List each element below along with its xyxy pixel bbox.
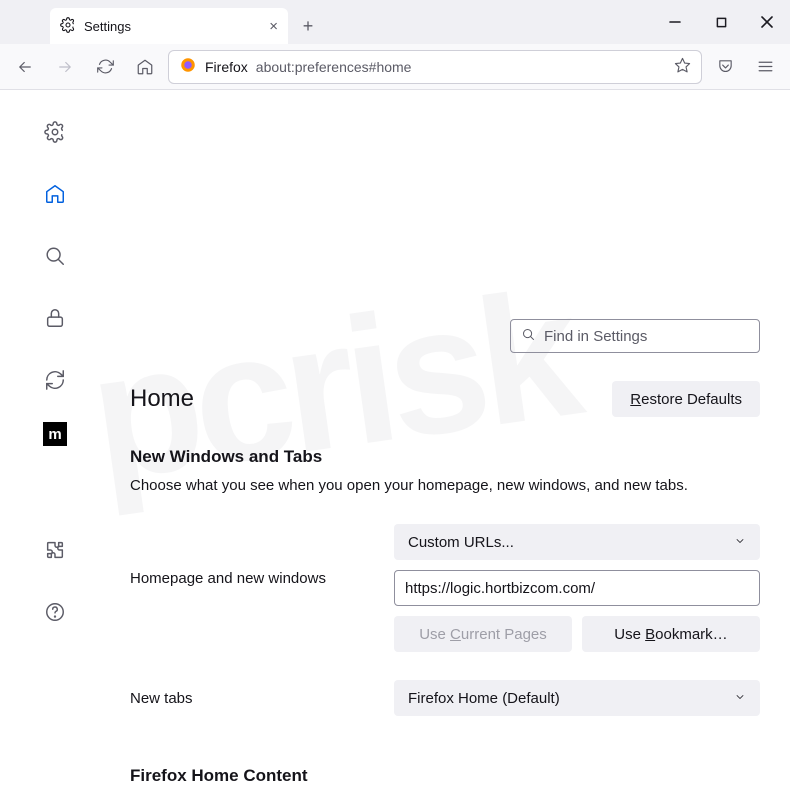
firefox-icon — [179, 56, 197, 77]
section-new-windows-title: New Windows and Tabs — [130, 447, 760, 467]
page-title: Home — [130, 385, 194, 413]
use-bookmark-button[interactable]: Use Bookmark… — [582, 616, 760, 652]
settings-sidebar: m — [0, 90, 110, 632]
chevron-down-icon — [734, 690, 746, 707]
section-new-windows-desc: Choose what you see when you open your h… — [130, 475, 760, 496]
tab-title: Settings — [84, 19, 131, 34]
chevron-down-icon — [734, 534, 746, 551]
menu-button[interactable] — [748, 50, 782, 84]
use-current-pages-button[interactable]: Use Current Pages — [394, 616, 572, 652]
homepage-url-input[interactable] — [394, 570, 760, 606]
forward-button[interactable] — [48, 50, 82, 84]
pocket-button[interactable] — [708, 50, 742, 84]
newtabs-label: New tabs — [130, 690, 378, 707]
section-firefox-home-title: Firefox Home Content — [130, 766, 760, 786]
sidebar-privacy-icon[interactable] — [35, 298, 75, 338]
url-bar[interactable]: Firefox about:preferences#home — [168, 50, 702, 84]
restore-defaults-button[interactable]: Restore Defaults — [612, 381, 760, 417]
maximize-button[interactable] — [698, 0, 744, 44]
newtabs-dropdown-value: Firefox Home (Default) — [408, 690, 560, 707]
home-toolbar-button[interactable] — [128, 50, 162, 84]
url-prefix: Firefox — [205, 59, 248, 75]
search-placeholder: Find in Settings — [544, 328, 647, 345]
bookmark-star-icon[interactable] — [674, 57, 691, 77]
homepage-dropdown[interactable]: Custom URLs... — [394, 524, 760, 560]
homepage-label: Homepage and new windows — [130, 524, 378, 587]
sidebar-home-icon[interactable] — [35, 174, 75, 214]
search-icon — [521, 327, 536, 346]
url-path: about:preferences#home — [256, 59, 412, 75]
gear-icon — [60, 17, 76, 36]
find-in-settings[interactable]: Find in Settings — [510, 319, 760, 353]
back-button[interactable] — [8, 50, 42, 84]
close-tab-icon[interactable]: × — [269, 18, 278, 35]
sidebar-search-icon[interactable] — [35, 236, 75, 276]
sidebar-help-icon[interactable] — [35, 592, 75, 632]
browser-tab[interactable]: Settings × — [50, 8, 288, 44]
newtabs-dropdown[interactable]: Firefox Home (Default) — [394, 680, 760, 716]
minimize-button[interactable] — [652, 0, 698, 44]
sidebar-sync-icon[interactable] — [35, 360, 75, 400]
sidebar-mozilla-icon[interactable]: m — [43, 422, 67, 446]
new-tab-button[interactable]: + — [292, 10, 324, 42]
reload-button[interactable] — [88, 50, 122, 84]
sidebar-general-icon[interactable] — [35, 112, 75, 152]
sidebar-extensions-icon[interactable] — [35, 530, 75, 570]
close-window-button[interactable] — [744, 0, 790, 44]
homepage-dropdown-value: Custom URLs... — [408, 534, 514, 551]
